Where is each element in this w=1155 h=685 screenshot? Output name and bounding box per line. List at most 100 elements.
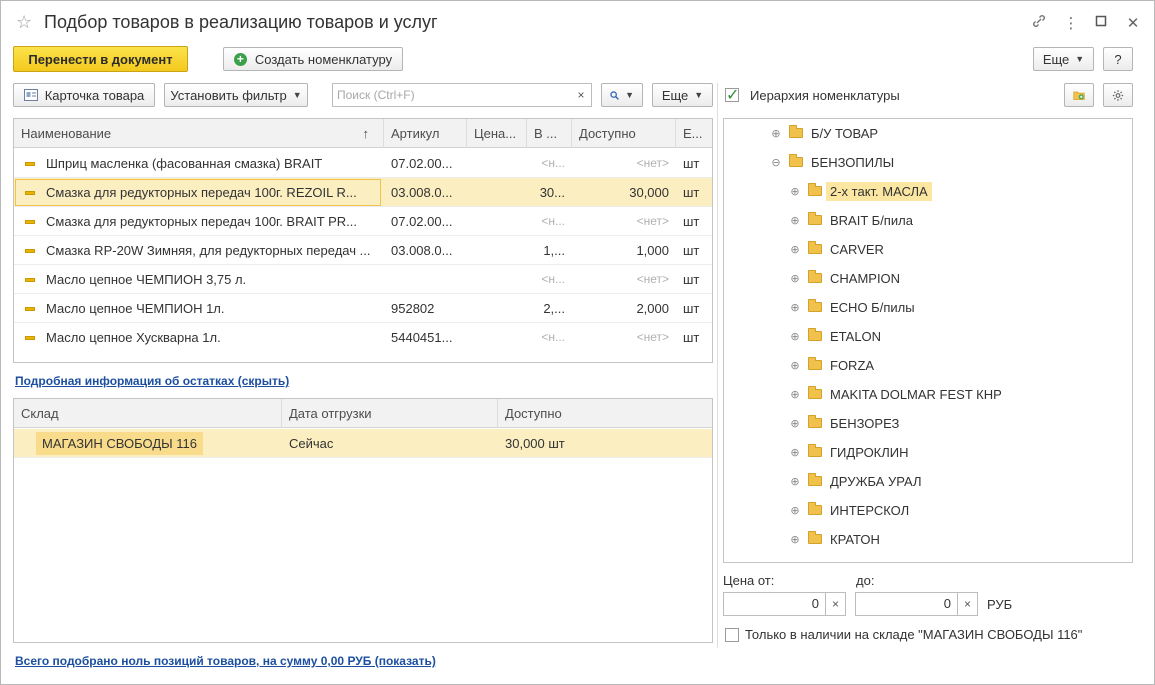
table-row[interactable]: Масло цепное ЧЕМПИОН 3,75 л. <н... <нет>… <box>14 265 712 294</box>
expand-icon[interactable]: ⊕ <box>788 504 802 517</box>
tree-item[interactable]: ⊕ ГИДРОКЛИН <box>788 441 909 463</box>
column-header-name[interactable]: Наименование ↑ <box>14 119 384 148</box>
tree-item[interactable]: ⊕ FORZA <box>788 354 874 376</box>
link-icon[interactable] <box>1029 14 1049 32</box>
column-header-available[interactable]: Доступно <box>572 119 676 148</box>
folder-icon <box>808 531 822 544</box>
item-card-button[interactable]: Карточка товара <box>13 83 155 107</box>
column-header-stock-available[interactable]: Доступно <box>498 399 714 428</box>
tree-item[interactable]: ⊕ ECHO Б/пилы <box>788 296 915 318</box>
set-filter-label: Установить фильтр <box>170 87 287 103</box>
collapse-icon[interactable]: ⊖ <box>769 156 783 169</box>
search-clear-button[interactable]: × <box>571 83 592 107</box>
tree-item[interactable]: ⊕ BRAIT Б/пила <box>788 209 913 231</box>
set-filter-button[interactable]: Установить фильтр ▼ <box>164 83 308 107</box>
column-header-ship-date[interactable]: Дата отгрузки <box>282 399 498 428</box>
price-from-clear-button[interactable]: × <box>826 592 846 616</box>
tree-item[interactable]: ⊕ MAKITA DOLMAR FEST КНР <box>788 383 1002 405</box>
expand-icon[interactable]: ⊕ <box>788 388 802 401</box>
goods-table-header: Наименование ↑ Артикул Цена... В ... Дос… <box>14 119 712 148</box>
create-item-label: Создать номенклатуру <box>254 51 393 67</box>
item-icon <box>25 162 35 166</box>
stock-table[interactable]: Склад Дата отгрузки Доступно МАГАЗИН СВО… <box>13 398 713 643</box>
tree-item[interactable]: ⊕ CHAMPION <box>788 267 900 289</box>
tree-item[interactable]: ⊕ Б/У ТОВАР <box>769 122 878 144</box>
tree-item[interactable]: ⊕ КРАТОН <box>788 528 880 550</box>
in-stock-only-checkbox[interactable] <box>725 628 739 642</box>
plus-circle-icon: + <box>233 52 247 66</box>
more-actions-icon[interactable]: ⋮ <box>1061 14 1081 32</box>
folder-icon <box>808 299 822 312</box>
tree-item[interactable]: ⊖ БЕНЗОПИЛЫ <box>769 151 894 173</box>
folder-icon <box>808 444 822 457</box>
more-menu-button[interactable]: Еще ▼ <box>1033 47 1094 71</box>
settings-button[interactable] <box>1103 83 1133 107</box>
transfer-to-document-button[interactable]: Перенести в документ <box>13 46 188 72</box>
column-header-unit[interactable]: Е... <box>676 119 714 148</box>
hierarchy-checkbox[interactable] <box>725 85 739 105</box>
column-header-warehouse[interactable]: Склад <box>14 399 282 428</box>
tree-item[interactable]: ⊕ ETALON <box>788 325 881 347</box>
favorite-star-icon[interactable]: ☆ <box>16 12 32 33</box>
add-folder-button[interactable] <box>1064 83 1094 107</box>
column-header-in[interactable]: В ... <box>527 119 572 148</box>
tree-item[interactable]: ⊕ БЕНЗОРЕЗ <box>788 412 899 434</box>
in-stock-only-label: Только в наличии на складе "МАГАЗИН СВОБ… <box>745 627 1083 642</box>
table-row[interactable]: Смазка RP-20W Зимняя, для редукторных пе… <box>14 236 712 265</box>
expand-icon[interactable]: ⊕ <box>788 330 802 343</box>
folder-icon <box>808 473 822 486</box>
item-icon <box>25 249 35 253</box>
tree-item[interactable]: ⊕ ИНТЕРСКОЛ <box>788 499 909 521</box>
expand-icon[interactable]: ⊕ <box>788 272 802 285</box>
expand-icon[interactable]: ⊕ <box>769 127 783 140</box>
maximize-icon[interactable] <box>1091 14 1111 31</box>
close-icon[interactable]: ✕ <box>1123 14 1143 32</box>
expand-icon[interactable]: ⊕ <box>788 446 802 459</box>
tree-item[interactable]: ⊕ CARVER <box>788 238 884 260</box>
table-row[interactable]: Масло цепное ЧЕМПИОН 1л. 952802 2,... 2,… <box>14 294 712 323</box>
panel-divider <box>717 83 718 648</box>
item-card-label: Карточка товара <box>44 87 145 103</box>
chevron-down-icon: ▼ <box>625 90 634 100</box>
price-to-input[interactable]: 0 <box>855 592 958 616</box>
column-header-price[interactable]: Цена... <box>467 119 527 148</box>
table-row[interactable]: Шприц масленка (фасованная смазка) BRAIT… <box>14 149 712 178</box>
hierarchy-tree[interactable]: ⊕ Б/У ТОВАР ⊖ БЕНЗОПИЛЫ ⊕ 2-х такт. МАСЛ… <box>723 118 1133 563</box>
folder-icon <box>808 241 822 254</box>
price-from-label: Цена от: <box>723 573 775 588</box>
stock-table-header: Склад Дата отгрузки Доступно <box>14 399 712 428</box>
column-header-article[interactable]: Артикул <box>384 119 467 148</box>
summary-link[interactable]: Всего подобрано ноль позиций товаров, на… <box>15 654 436 668</box>
price-from-input[interactable]: 0 <box>723 592 826 616</box>
expand-icon[interactable]: ⊕ <box>788 214 802 227</box>
list-more-button[interactable]: Еще ▼ <box>652 83 713 107</box>
add-folder-icon <box>1073 91 1085 100</box>
item-icon <box>25 336 35 340</box>
table-row[interactable]: Масло цепное Хускварна 1л. 5440451... <н… <box>14 323 712 352</box>
expand-icon[interactable]: ⊕ <box>788 533 802 546</box>
goods-table[interactable]: Наименование ↑ Артикул Цена... В ... Дос… <box>13 118 713 363</box>
folder-icon <box>808 415 822 428</box>
expand-icon[interactable]: ⊕ <box>788 301 802 314</box>
table-row[interactable]: Смазка для редукторных передач 100г. BRA… <box>14 207 712 236</box>
table-row[interactable]: МАГАЗИН СВОБОДЫ 116 Сейчас 30,000 шт <box>14 429 712 458</box>
stock-info-link[interactable]: Подробная информация об остатках (скрыть… <box>15 374 289 388</box>
expand-icon[interactable]: ⊕ <box>788 475 802 488</box>
tree-item[interactable]: ⊕ ДРУЖБА УРАЛ <box>788 470 922 492</box>
search-button[interactable]: ▼ <box>601 83 643 107</box>
help-button[interactable]: ? <box>1103 47 1133 71</box>
expand-icon[interactable]: ⊕ <box>788 185 802 198</box>
price-to-clear-button[interactable]: × <box>958 592 978 616</box>
folder-icon <box>808 270 822 283</box>
item-icon <box>25 220 35 224</box>
table-row[interactable]: Смазка для редукторных передач 100г. REZ… <box>14 178 712 207</box>
expand-icon[interactable]: ⊕ <box>788 243 802 256</box>
search-icon <box>610 90 619 100</box>
create-item-button[interactable]: + Создать номенклатуру <box>223 47 403 71</box>
expand-icon[interactable]: ⊕ <box>788 359 802 372</box>
expand-icon[interactable]: ⊕ <box>788 417 802 430</box>
search-field[interactable] <box>332 83 572 107</box>
search-input[interactable] <box>333 84 571 106</box>
tree-item[interactable]: ⊕ 2-х такт. МАСЛА <box>788 180 932 202</box>
chevron-down-icon: ▼ <box>292 90 302 100</box>
